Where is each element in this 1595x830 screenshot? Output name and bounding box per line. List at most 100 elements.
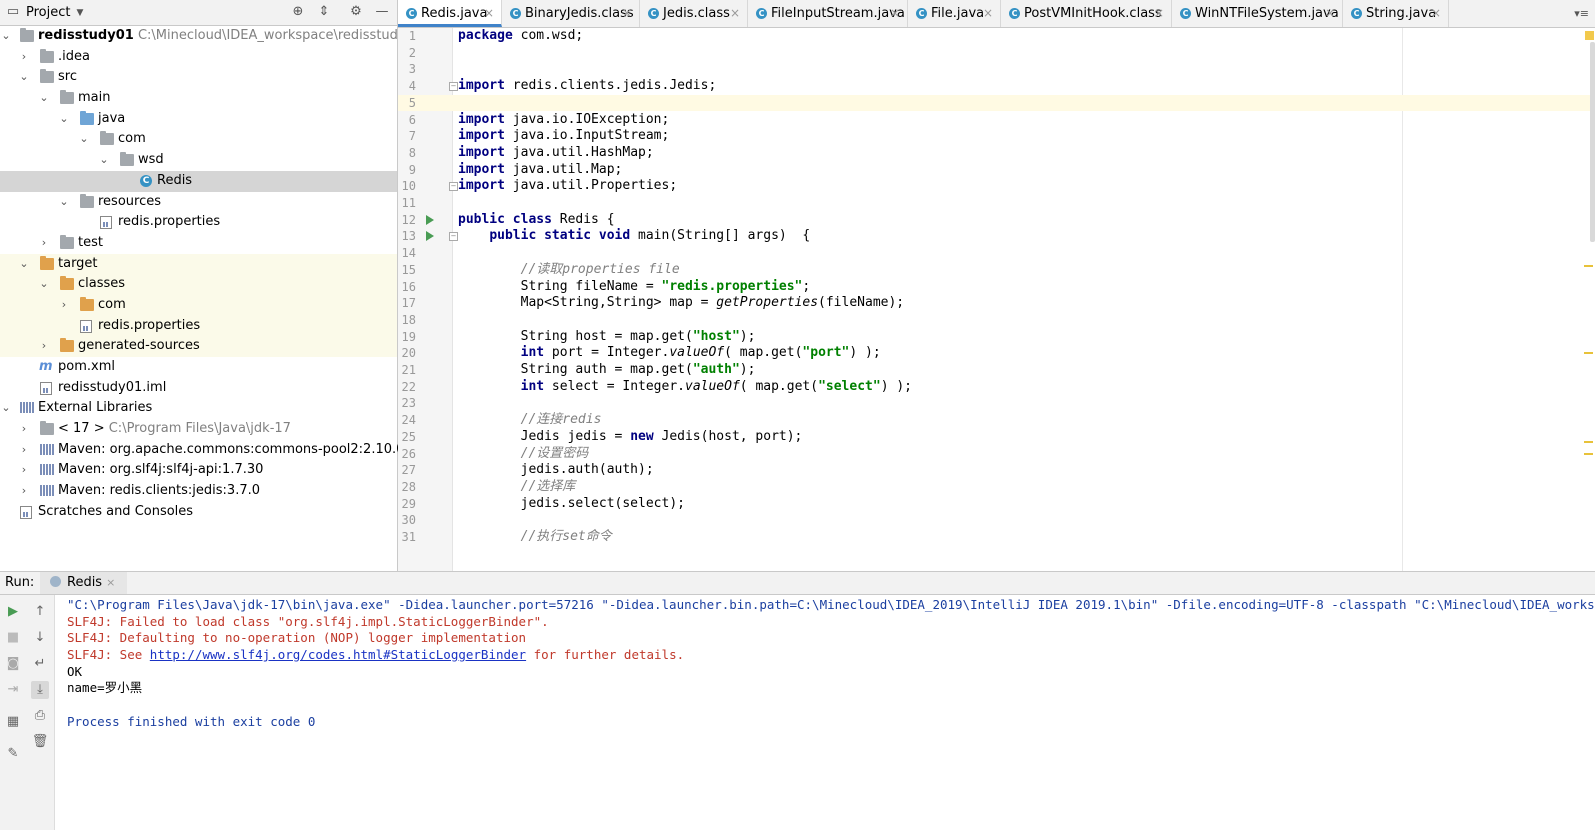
chevron-down-icon[interactable]: ⌄ xyxy=(98,150,110,171)
warning-status-icon[interactable] xyxy=(1585,31,1594,40)
tree-node-com[interactable]: ⌄ com xyxy=(0,129,397,150)
tree-node-jdk[interactable]: › < 17 > C:\Program Files\Java\jdk-17 xyxy=(0,419,397,440)
line-number: 19 xyxy=(401,329,416,344)
gear-icon[interactable]: ⚙ xyxy=(348,4,364,20)
locate-icon[interactable]: ⊕ xyxy=(290,4,306,20)
soft-wrap-icon[interactable]: ↵ xyxy=(31,655,49,673)
tree-node-iml[interactable]: redisstudy01.iml xyxy=(0,378,397,399)
tree-node-main[interactable]: ⌄ main xyxy=(0,88,397,109)
tab-binaryjedis-class[interactable]: C BinaryJedis.class × xyxy=(502,0,640,27)
tree-node-target[interactable]: ⌄ target xyxy=(0,253,397,275)
tab-winntfilesystem-java[interactable]: C WinNTFileSystem.java × xyxy=(1172,0,1343,27)
chevron-right-icon[interactable]: › xyxy=(18,419,30,440)
warning-marker[interactable] xyxy=(1584,453,1593,455)
tree-node-generated-sources[interactable]: › generated-sources xyxy=(0,336,397,357)
tree-node-wsd[interactable]: ⌄ wsd xyxy=(0,150,397,171)
close-icon[interactable]: × xyxy=(1154,0,1164,27)
tree-node-lib-commons-pool2[interactable]: › Maven: org.apache.commons:commons-pool… xyxy=(0,440,405,461)
tree-node-project-root[interactable]: ⌄ redisstudy01 C:\Minecloud\IDEA_workspa… xyxy=(0,26,422,47)
close-icon[interactable]: × xyxy=(890,0,900,27)
camera-icon[interactable]: ◙ xyxy=(4,655,22,673)
collapse-all-icon[interactable]: ⇕ xyxy=(316,4,332,20)
chevron-down-icon[interactable]: ⌄ xyxy=(38,274,50,295)
chevron-down-icon[interactable]: ▼ xyxy=(76,8,83,18)
arrow-up-icon[interactable]: ↑ xyxy=(31,603,49,621)
fold-icon[interactable]: − xyxy=(449,82,458,92)
chevron-down-icon[interactable]: ⌄ xyxy=(18,67,30,88)
scroll-to-end-icon[interactable]: ⤓ xyxy=(31,681,49,699)
chevron-down-icon[interactable]: ⌄ xyxy=(18,254,30,275)
folder-icon xyxy=(40,48,54,63)
tree-label: Scratches and Consoles xyxy=(38,503,194,519)
chevron-right-icon[interactable]: › xyxy=(18,47,30,68)
console-output[interactable]: "C:\Program Files\Java\jdk-17\bin\java.e… xyxy=(67,597,1595,830)
tree-node-resources[interactable]: ⌄ resources xyxy=(0,192,397,213)
tab-redis-java[interactable]: C Redis.java × xyxy=(398,0,502,27)
warning-marker[interactable] xyxy=(1584,265,1593,267)
chevron-right-icon[interactable]: › xyxy=(38,233,50,254)
tree-node-src[interactable]: ⌄ src xyxy=(0,67,397,88)
close-icon[interactable]: × xyxy=(730,0,740,27)
close-icon[interactable]: × xyxy=(106,576,115,589)
tree-node-target-redis-properties[interactable]: redis.properties xyxy=(0,315,397,337)
hide-icon[interactable]: — xyxy=(374,4,390,20)
run-tab-redis[interactable]: Redis × xyxy=(40,572,128,594)
folder-icon xyxy=(60,234,74,249)
project-view-selector[interactable]: Project xyxy=(26,5,70,20)
chevron-right-icon[interactable]: › xyxy=(38,336,50,357)
chevron-down-icon[interactable]: ⌄ xyxy=(0,26,12,47)
console-link[interactable]: http://www.slf4j.org/codes.html#StaticLo… xyxy=(150,647,526,662)
line-number: 10 xyxy=(401,179,416,194)
restore-layout-icon[interactable]: ⇥ xyxy=(4,681,22,699)
chevron-down-icon[interactable]: ⌄ xyxy=(78,129,90,150)
chevron-right-icon[interactable]: › xyxy=(18,440,30,461)
tree-node-redis-properties[interactable]: redis.properties xyxy=(0,212,397,233)
fold-icon[interactable]: − xyxy=(449,182,458,192)
close-icon[interactable]: × xyxy=(1431,0,1441,27)
chevron-right-icon[interactable]: › xyxy=(58,295,70,316)
stop-icon[interactable]: ■ xyxy=(4,629,22,647)
trash-icon[interactable]: 🗑 xyxy=(31,733,49,751)
tree-node-test[interactable]: › test xyxy=(0,233,397,254)
run-gutter-icon[interactable] xyxy=(426,231,434,242)
tree-node-classes[interactable]: ⌄ classes xyxy=(0,274,397,295)
arrow-down-icon[interactable]: ↓ xyxy=(31,629,49,647)
fold-icon[interactable]: − xyxy=(449,232,458,242)
tab-file-java[interactable]: C File.java × xyxy=(908,0,1001,27)
close-icon[interactable]: × xyxy=(622,0,632,27)
tree-node-external-libraries[interactable]: ⌄ External Libraries xyxy=(0,398,397,419)
code-editor[interactable]: 1 package com.wsd; 2 3 4− import redis.cli… xyxy=(398,28,1595,571)
tree-node-lib-jedis[interactable]: › Maven: redis.clients:jedis:3.7.0 xyxy=(0,481,397,502)
tab-string-java[interactable]: C String.java × xyxy=(1343,0,1449,27)
close-icon[interactable]: × xyxy=(484,0,494,27)
tree-node-scratches[interactable]: Scratches and Consoles xyxy=(0,502,397,523)
tab-postvminithook-class[interactable]: C PostVMInitHook.class × xyxy=(1001,0,1172,27)
tab-list-menu-icon[interactable]: ▾≡ xyxy=(1574,0,1589,27)
warning-marker[interactable] xyxy=(1584,441,1593,443)
tree-node-redis-class[interactable]: C Redis xyxy=(0,170,397,192)
tree-node-pom-xml[interactable]: m pom.xml xyxy=(0,357,397,378)
line-number: 18 xyxy=(401,312,416,327)
vertical-scrollbar[interactable] xyxy=(1590,42,1595,242)
close-icon[interactable]: × xyxy=(1325,0,1335,27)
layout-icon[interactable]: ▦ xyxy=(4,713,22,731)
tree-node-lib-slf4j[interactable]: › Maven: org.slf4j:slf4j-api:1.7.30 xyxy=(0,460,397,481)
warning-marker[interactable] xyxy=(1584,352,1593,354)
chevron-down-icon[interactable]: ⌄ xyxy=(0,398,12,419)
chevron-down-icon[interactable]: ⌄ xyxy=(58,192,70,213)
run-gutter-icon[interactable] xyxy=(426,214,434,225)
tree-node-target-com[interactable]: › com xyxy=(0,294,397,316)
chevron-right-icon[interactable]: › xyxy=(18,460,30,481)
chevron-down-icon[interactable]: ⌄ xyxy=(58,109,70,130)
chevron-right-icon[interactable]: › xyxy=(18,481,30,502)
rerun-icon[interactable]: ▶ xyxy=(4,603,22,621)
close-icon[interactable]: × xyxy=(983,0,993,27)
print-icon[interactable]: ⎙ xyxy=(31,707,49,725)
tree-node-idea[interactable]: › .idea xyxy=(0,47,397,68)
tab-fileinputstream-java[interactable]: C FileInputStream.java × xyxy=(748,0,908,27)
tab-jedis-class[interactable]: C Jedis.class × xyxy=(640,0,748,27)
chevron-down-icon[interactable]: ⌄ xyxy=(38,88,50,109)
tree-node-java[interactable]: ⌄ java xyxy=(0,109,397,130)
error-stripe[interactable] xyxy=(1583,28,1595,571)
pin-icon[interactable]: ✎ xyxy=(4,745,22,763)
